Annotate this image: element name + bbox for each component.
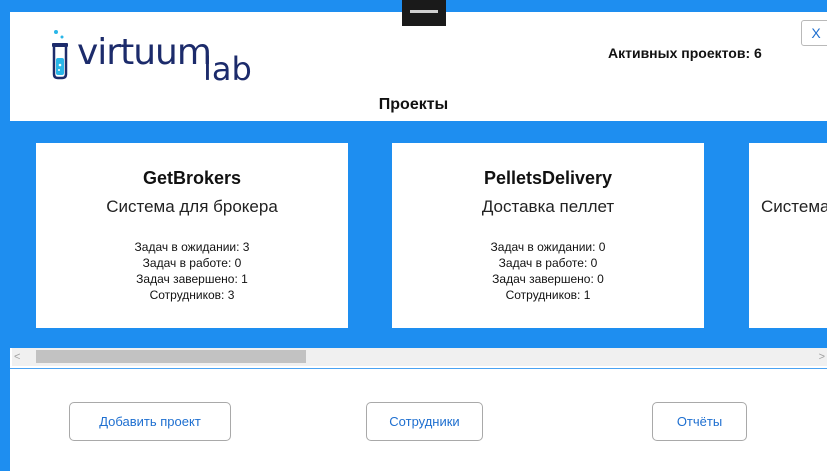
scroll-thumb[interactable] <box>36 350 306 363</box>
active-projects-count: Активных проектов: 6 <box>608 45 762 61</box>
project-card[interactable]: PelletsDelivery Доставка пеллет Задач в … <box>392 143 704 328</box>
project-name: PelletsDelivery <box>483 168 613 188</box>
page-title: Проекты <box>378 96 449 113</box>
employees-button[interactable]: Сотрудники <box>366 402 483 441</box>
stat-pending: Задач в ожидании: 3 <box>134 240 250 254</box>
drag-handle[interactable] <box>402 0 446 26</box>
close-button[interactable]: X <box>801 20 827 46</box>
project-name <box>761 168 827 189</box>
horizontal-scrollbar[interactable]: < > <box>12 348 827 366</box>
scroll-right-icon[interactable]: > <box>815 351 825 363</box>
flask-icon <box>52 30 68 80</box>
project-card[interactable]: GetBrokers Система для брокера Задач в о… <box>36 143 348 328</box>
logo-subtext: lab <box>203 50 252 88</box>
stat-employees: Сотрудников: 1 <box>505 288 591 302</box>
stat-in-progress: Задач в работе: 0 <box>498 256 598 270</box>
logo-text: virtuum <box>77 32 212 73</box>
stat-in-progress: Задач в работе: 0 <box>142 256 242 270</box>
project-name: GetBrokers <box>142 168 242 188</box>
project-stats: Задач в ожидании: 3 Задач в работе: 0 За… <box>36 239 348 303</box>
stat-pending: Задач в ожидании: 0 <box>490 240 606 254</box>
add-project-button[interactable]: Добавить проект <box>69 402 231 441</box>
stat-completed: Задач завершено: 0 <box>492 272 604 286</box>
project-description: Система <box>761 197 827 216</box>
window-left-border <box>0 0 10 471</box>
project-card[interactable]: Система <box>749 143 827 328</box>
reports-button[interactable]: Отчёты <box>652 402 747 441</box>
project-description: Доставка пеллет <box>481 197 615 216</box>
app-window: virtuum lab X Активных проектов: 6 Проек… <box>0 0 827 471</box>
stat-employees: Сотрудников: 3 <box>149 288 235 302</box>
scroll-left-icon[interactable]: < <box>14 351 24 363</box>
divider <box>10 368 827 369</box>
project-stats: Задач в ожидании: 0 Задач в работе: 0 За… <box>392 239 704 303</box>
stat-completed: Задач завершено: 1 <box>136 272 248 286</box>
virtuum-lab-logo: virtuum lab <box>47 26 287 88</box>
project-description: Система для брокера <box>106 197 278 216</box>
